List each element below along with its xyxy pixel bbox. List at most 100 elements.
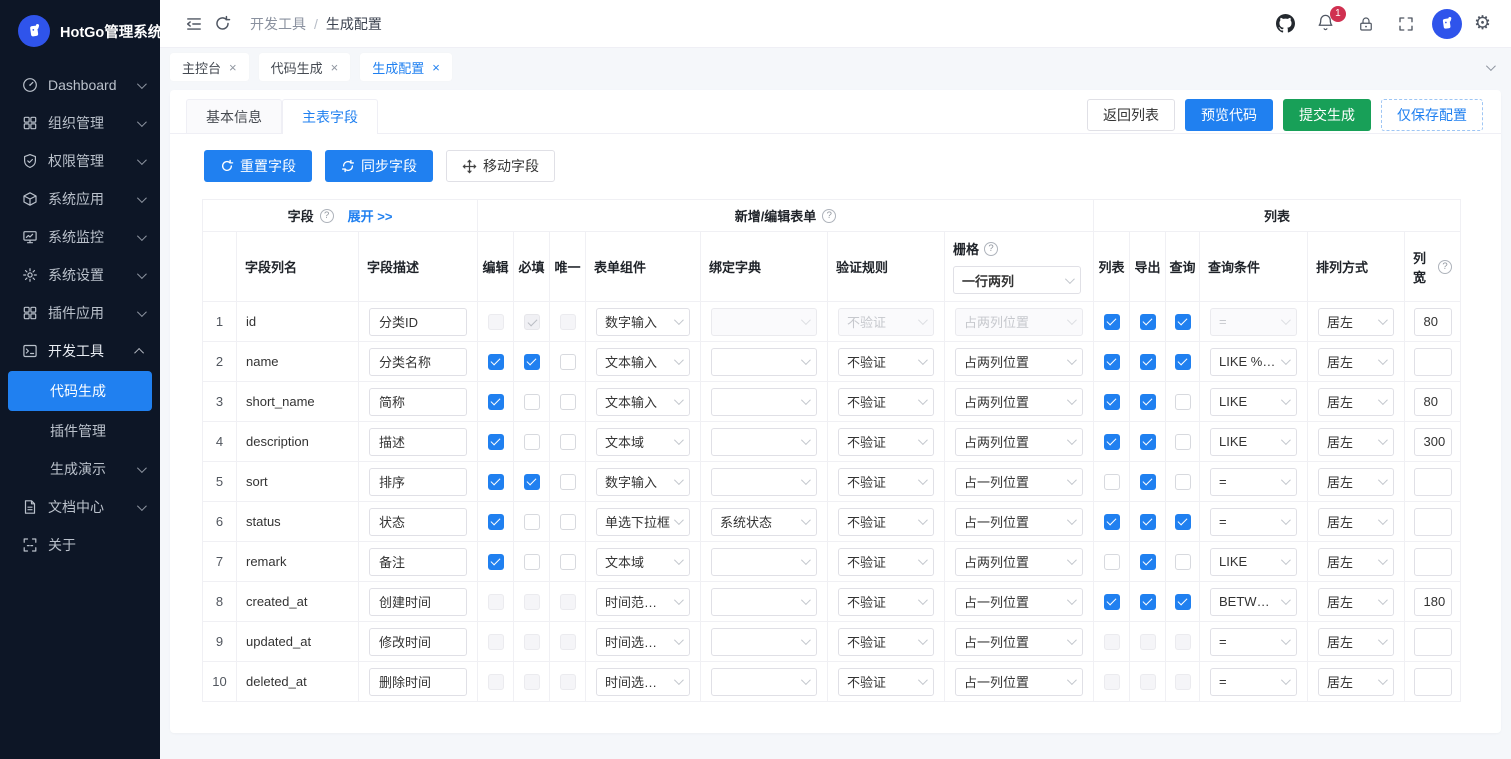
checkbox[interactable] xyxy=(1139,393,1156,410)
checkbox[interactable] xyxy=(487,433,504,450)
text-input[interactable]: 80 xyxy=(1413,307,1452,336)
select[interactable]: 居左 xyxy=(1318,507,1394,536)
help-icon[interactable] xyxy=(984,241,999,256)
sidebar-item-代码生成[interactable]: 代码生成 xyxy=(8,371,152,411)
checkbox[interactable] xyxy=(1139,313,1156,330)
checkbox[interactable] xyxy=(559,353,576,370)
sync-fields-button[interactable]: 同步字段 xyxy=(325,150,433,182)
text-input[interactable] xyxy=(1413,467,1452,496)
checkbox[interactable] xyxy=(559,473,576,490)
select[interactable]: 占一列位置 xyxy=(955,667,1083,696)
checkbox[interactable] xyxy=(1174,593,1191,610)
select[interactable]: 系统状态 xyxy=(711,507,817,536)
checkbox[interactable] xyxy=(1103,593,1120,610)
select[interactable]: 占一列位置 xyxy=(955,587,1083,616)
close-icon[interactable]: × xyxy=(432,61,440,74)
sidebar-item-插件管理[interactable]: 插件管理 xyxy=(0,412,160,450)
tab-basic-info[interactable]: 基本信息 xyxy=(186,99,282,133)
checkbox[interactable] xyxy=(1139,553,1156,570)
text-input[interactable]: 简称 xyxy=(369,387,467,416)
select[interactable] xyxy=(711,427,817,456)
breadcrumb-parent[interactable]: 开发工具 xyxy=(250,14,306,34)
select[interactable]: 居左 xyxy=(1318,667,1394,696)
checkbox[interactable] xyxy=(1174,313,1191,330)
select[interactable]: 不验证 xyxy=(838,667,934,696)
select[interactable] xyxy=(711,467,817,496)
checkbox[interactable] xyxy=(1139,353,1156,370)
checkbox[interactable] xyxy=(523,473,540,490)
checkbox[interactable] xyxy=(487,513,504,530)
select[interactable]: 不验证 xyxy=(838,467,934,496)
notifications-bell-icon[interactable]: 1 xyxy=(1312,5,1346,38)
select[interactable]: 文本输入 xyxy=(596,347,690,376)
select[interactable]: 不验证 xyxy=(838,627,934,656)
sidebar-item-关于[interactable]: 关于 xyxy=(0,526,160,564)
checkbox[interactable] xyxy=(1139,513,1156,530)
app-logo[interactable]: HotGo管理系统 xyxy=(0,0,162,62)
select[interactable]: 不验证 xyxy=(838,387,934,416)
help-icon[interactable] xyxy=(319,208,334,223)
checkbox[interactable] xyxy=(1103,393,1120,410)
text-input[interactable] xyxy=(1413,547,1452,576)
checkbox[interactable] xyxy=(1103,313,1120,330)
select[interactable]: 占两列位置 xyxy=(955,387,1083,416)
select[interactable]: 时间范围选择 xyxy=(596,587,690,616)
text-input[interactable] xyxy=(1413,507,1452,536)
select[interactable] xyxy=(711,627,817,656)
select[interactable]: LIKE xyxy=(1210,427,1297,456)
select[interactable]: BETWEEN xyxy=(1210,587,1297,616)
sidebar-item-系统应用[interactable]: 系统应用 xyxy=(0,180,160,218)
select[interactable]: 占一列位置 xyxy=(955,507,1083,536)
select[interactable]: 不验证 xyxy=(838,587,934,616)
select[interactable]: 居左 xyxy=(1318,587,1394,616)
sidebar-item-开发工具[interactable]: 开发工具 xyxy=(0,332,160,370)
checkbox[interactable] xyxy=(487,393,504,410)
select[interactable]: 数字输入 xyxy=(596,307,690,336)
text-input[interactable] xyxy=(1413,627,1452,656)
fullscreen-icon[interactable] xyxy=(1392,10,1420,38)
text-input[interactable]: 分类ID xyxy=(369,307,467,336)
text-input[interactable]: 分类名称 xyxy=(369,347,467,376)
select[interactable] xyxy=(711,387,817,416)
sidebar-item-dashboard[interactable]: Dashboard xyxy=(0,66,160,104)
checkbox[interactable] xyxy=(1103,513,1120,530)
select[interactable]: 不验证 xyxy=(838,547,934,576)
close-icon[interactable]: × xyxy=(229,61,237,74)
checkbox[interactable] xyxy=(1103,473,1120,490)
checkbox[interactable] xyxy=(1174,513,1191,530)
sidebar-item-系统监控[interactable]: 系统监控 xyxy=(0,218,160,256)
back-to-list-button[interactable]: 返回列表 xyxy=(1087,99,1175,131)
select[interactable] xyxy=(711,347,817,376)
checkbox[interactable] xyxy=(523,433,540,450)
text-input[interactable]: 删除时间 xyxy=(369,667,467,696)
select[interactable]: LIKE xyxy=(1210,547,1297,576)
sidebar-item-插件应用[interactable]: 插件应用 xyxy=(0,294,160,332)
sidebar-item-文档中心[interactable]: 文档中心 xyxy=(0,488,160,526)
select[interactable]: 文本域 xyxy=(596,427,690,456)
checkbox[interactable] xyxy=(523,353,540,370)
select[interactable] xyxy=(711,587,817,616)
select[interactable]: 数字输入 xyxy=(596,467,690,496)
select[interactable]: 居左 xyxy=(1318,387,1394,416)
text-input[interactable]: 状态 xyxy=(369,507,467,536)
checkbox[interactable] xyxy=(1139,433,1156,450)
collapse-sidebar-icon[interactable] xyxy=(180,10,208,38)
move-fields-button[interactable]: 移动字段 xyxy=(446,150,555,182)
select[interactable]: = xyxy=(1210,667,1297,696)
sidebar-item-权限管理[interactable]: 权限管理 xyxy=(0,142,160,180)
text-input[interactable]: 修改时间 xyxy=(369,627,467,656)
checkbox[interactable] xyxy=(1139,593,1156,610)
checkbox[interactable] xyxy=(1139,473,1156,490)
checkbox[interactable] xyxy=(1174,473,1191,490)
select[interactable]: 居左 xyxy=(1318,347,1394,376)
submit-generate-button[interactable]: 提交生成 xyxy=(1283,99,1371,131)
select[interactable] xyxy=(711,667,817,696)
checkbox[interactable] xyxy=(1174,353,1191,370)
select[interactable]: 不验证 xyxy=(838,347,934,376)
lock-screen-icon[interactable] xyxy=(1352,10,1380,38)
text-input[interactable]: 备注 xyxy=(369,547,467,576)
help-icon[interactable] xyxy=(822,208,837,223)
settings-gear-icon[interactable]: ⚙ xyxy=(1474,14,1491,33)
checkbox[interactable] xyxy=(523,513,540,530)
select[interactable]: 占两列位置 xyxy=(955,547,1083,576)
